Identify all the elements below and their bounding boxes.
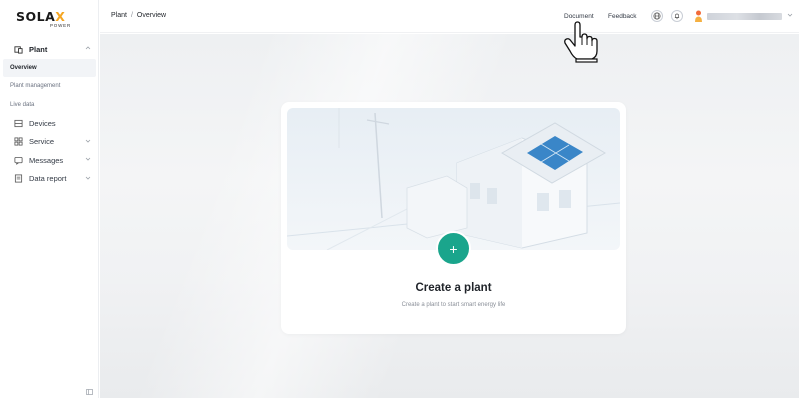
devices-icon: [14, 119, 23, 128]
sidebar: SOLAX POWER Plant Overview Plant managem…: [0, 0, 99, 398]
feedback-link[interactable]: Feedback: [608, 13, 637, 20]
sidebar-item-label: Service: [29, 137, 55, 147]
sidebar-item-label: Plant: [29, 44, 48, 54]
sidebar-item-plant-management[interactable]: Plant management: [0, 77, 99, 96]
sidebar-item-label: Data report: [29, 174, 67, 184]
user-name-redacted[interactable]: [707, 13, 782, 20]
chevron-down-icon[interactable]: [787, 12, 793, 18]
top-header: Plant / Overview Document Feedback: [100, 0, 799, 33]
sidebar-item-label: Devices: [29, 118, 56, 128]
sidebar-item-messages[interactable]: Messages: [0, 151, 99, 170]
sidebar-item-live-data[interactable]: Live data: [0, 96, 99, 115]
chevron-down-icon: [85, 157, 91, 161]
sidebar-item-label: Messages: [29, 155, 64, 165]
breadcrumb-plant[interactable]: Plant: [111, 12, 127, 19]
chevron-down-icon: [85, 176, 91, 180]
sidebar-item-service[interactable]: Service: [0, 133, 99, 152]
avatar[interactable]: [694, 10, 703, 22]
breadcrumb: Plant / Overview: [111, 12, 166, 19]
sidebar-item-devices[interactable]: Devices: [0, 114, 99, 133]
hand-cursor-icon: [564, 21, 598, 63]
create-plant-card: + Create a plant Create a plant to start…: [281, 102, 626, 334]
messages-icon: [14, 156, 23, 165]
report-icon: [14, 174, 23, 183]
house-illustration: [287, 108, 620, 250]
document-link[interactable]: Document: [564, 13, 594, 20]
globe-icon[interactable]: [651, 10, 663, 22]
create-plant-subtitle: Create a plant to start smart energy lif…: [401, 302, 506, 308]
service-icon: [14, 137, 23, 146]
breadcrumb-separator: /: [130, 12, 133, 19]
sidebar-item-data-report[interactable]: Data report: [0, 170, 99, 189]
collapse-sidebar-icon[interactable]: [86, 389, 93, 395]
chevron-up-icon: [85, 46, 91, 50]
chevron-down-icon: [85, 139, 91, 143]
bell-icon[interactable]: [671, 10, 683, 22]
create-plant-button[interactable]: +: [436, 231, 471, 266]
solax-logo[interactable]: SOLAX POWER: [16, 10, 78, 32]
sidebar-item-plant[interactable]: Plant: [0, 40, 99, 59]
create-plant-title: Create a plant: [415, 282, 492, 294]
sidebar-item-overview[interactable]: Overview: [3, 58, 96, 77]
plant-icon: [14, 45, 23, 54]
sidebar-nav: Plant Overview Plant management Live dat…: [0, 40, 99, 188]
breadcrumb-overview: Overview: [136, 12, 167, 19]
